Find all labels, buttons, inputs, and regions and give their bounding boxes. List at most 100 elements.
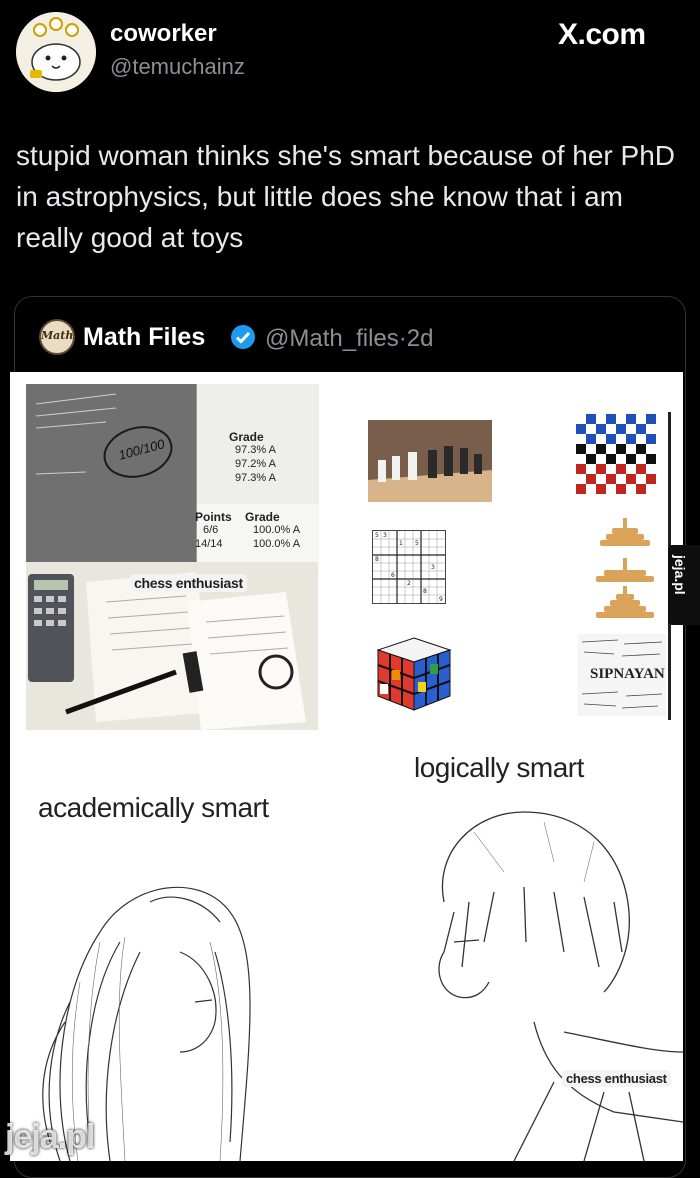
- checkers-square: [636, 424, 646, 434]
- checkers-square: [606, 424, 616, 434]
- checkers-square: [596, 444, 606, 454]
- checkers-square: [586, 434, 596, 444]
- quote-display-name[interactable]: Math Files: [83, 323, 205, 352]
- quote-meta: @Math_files·2d: [265, 325, 433, 353]
- checkers-square: [586, 464, 596, 474]
- cat-avatar-icon: [16, 12, 96, 92]
- checkers-square: [646, 454, 656, 464]
- checkers-square: [596, 484, 606, 494]
- checkers-square: [606, 444, 616, 454]
- watermark-side: jeja.pl: [668, 545, 700, 625]
- points-value: 6/6: [203, 524, 219, 536]
- svg-text:1: 1: [399, 540, 403, 547]
- checkers-square: [596, 424, 606, 434]
- chess-enthusiast-label-2: chess enthusiast: [562, 1070, 671, 1087]
- checkers-square: [586, 414, 596, 424]
- checkers-square: [576, 424, 586, 434]
- checkers-square: [586, 454, 596, 464]
- checkers-square: [596, 454, 606, 464]
- checkers-square: [606, 414, 616, 424]
- sudoku-image: 5315836289: [372, 530, 446, 604]
- checkers-square: [576, 434, 586, 444]
- rubiks-cube-image: [374, 634, 454, 714]
- grade-sheet: Grade 97.3% A 97.2% A 97.3% A Points Gra…: [195, 384, 319, 574]
- quote-avatar-label: Math: [41, 329, 74, 342]
- quote-avatar[interactable]: Math: [39, 319, 75, 355]
- checkers-square: [616, 414, 626, 424]
- checkers-square: [646, 444, 656, 454]
- svg-text:3: 3: [431, 564, 435, 571]
- checkers-square: [626, 434, 636, 444]
- svg-text:5: 5: [375, 532, 379, 539]
- checkers-board-image: [572, 414, 660, 498]
- checkers-square: [576, 474, 586, 484]
- checkers-square: [636, 434, 646, 444]
- points-value: 14/14: [195, 538, 223, 550]
- site-logo: X.com: [558, 18, 646, 51]
- checkers-square: [616, 474, 626, 484]
- left-caption: academically smart: [38, 792, 269, 823]
- checkers-square: [626, 414, 636, 424]
- grade-value: 100.0% A: [253, 524, 301, 536]
- checkers-square: [576, 484, 586, 494]
- boy-illustration: chess enthusiast: [414, 792, 683, 1161]
- meta-separator: ·: [398, 325, 407, 352]
- checkers-square: [646, 484, 656, 494]
- tweet-text: stupid woman thinks she's smart because …: [16, 140, 675, 253]
- study-notes-photo: chess enthusiast: [26, 562, 318, 730]
- checkers-square: [626, 424, 636, 434]
- watermark-bottom: jeja.pl: [5, 1118, 95, 1156]
- checkers-square: [636, 474, 646, 484]
- academic-collage: 100/100 Grade 97.3% A 97.2% A 97.3% A Po…: [26, 384, 319, 730]
- checkers-square: [586, 424, 596, 434]
- grade-header-2: Grade: [245, 510, 280, 524]
- checkers-square: [646, 434, 656, 444]
- quote-handle[interactable]: @Math_files: [265, 325, 399, 352]
- svg-text:5: 5: [415, 540, 419, 547]
- meme-image[interactable]: 100/100 Grade 97.3% A 97.2% A 97.3% A Po…: [10, 372, 683, 1161]
- chess-set-image: [368, 420, 492, 502]
- quote-age[interactable]: 2d: [407, 325, 434, 352]
- checkers-square: [616, 484, 626, 494]
- svg-text:8: 8: [423, 588, 427, 595]
- grade-header: Grade: [229, 430, 264, 444]
- checkers-square: [636, 454, 646, 464]
- svg-text:6: 6: [391, 572, 395, 579]
- checkers-square: [646, 464, 656, 474]
- checkers-square: [576, 464, 586, 474]
- grade-value: 100.0% A: [253, 538, 301, 550]
- checkers-square: [616, 434, 626, 444]
- checkers-square: [576, 444, 586, 454]
- checkers-square: [646, 474, 656, 484]
- checkers-square: [626, 454, 636, 464]
- checkers-square: [626, 474, 636, 484]
- right-caption: logically smart: [414, 752, 584, 783]
- points-header: Points: [195, 510, 232, 524]
- checkers-square: [606, 484, 616, 494]
- checkers-square: [616, 424, 626, 434]
- checkers-square: [596, 414, 606, 424]
- grade-row: 97.3% A: [235, 472, 276, 484]
- checkers-square: [586, 474, 596, 484]
- checkers-square: [586, 484, 596, 494]
- checkers-square: [596, 474, 606, 484]
- checkers-square: [646, 424, 656, 434]
- checkers-square: [606, 434, 616, 444]
- checkers-square: [636, 484, 646, 494]
- checkers-square: [606, 464, 616, 474]
- user-handle[interactable]: @temuchainz: [110, 54, 245, 80]
- checkers-square: [606, 454, 616, 464]
- grade-row: 97.3% A: [235, 444, 276, 456]
- avatar[interactable]: [16, 12, 96, 92]
- chess-enthusiast-label: chess enthusiast: [130, 574, 247, 592]
- watermark-side-text: jeja.pl: [672, 555, 688, 595]
- display-name[interactable]: coworker: [110, 20, 217, 48]
- checkers-square: [626, 444, 636, 454]
- checkers-square: [596, 434, 606, 444]
- checkers-square: [586, 444, 596, 454]
- tower-of-hanoi-image: [590, 514, 660, 620]
- girl-illustration: [30, 842, 290, 1161]
- checkers-square: [606, 474, 616, 484]
- grade-row: 97.2% A: [235, 458, 276, 470]
- sipnayan-label: SIPNAYAN: [590, 666, 665, 682]
